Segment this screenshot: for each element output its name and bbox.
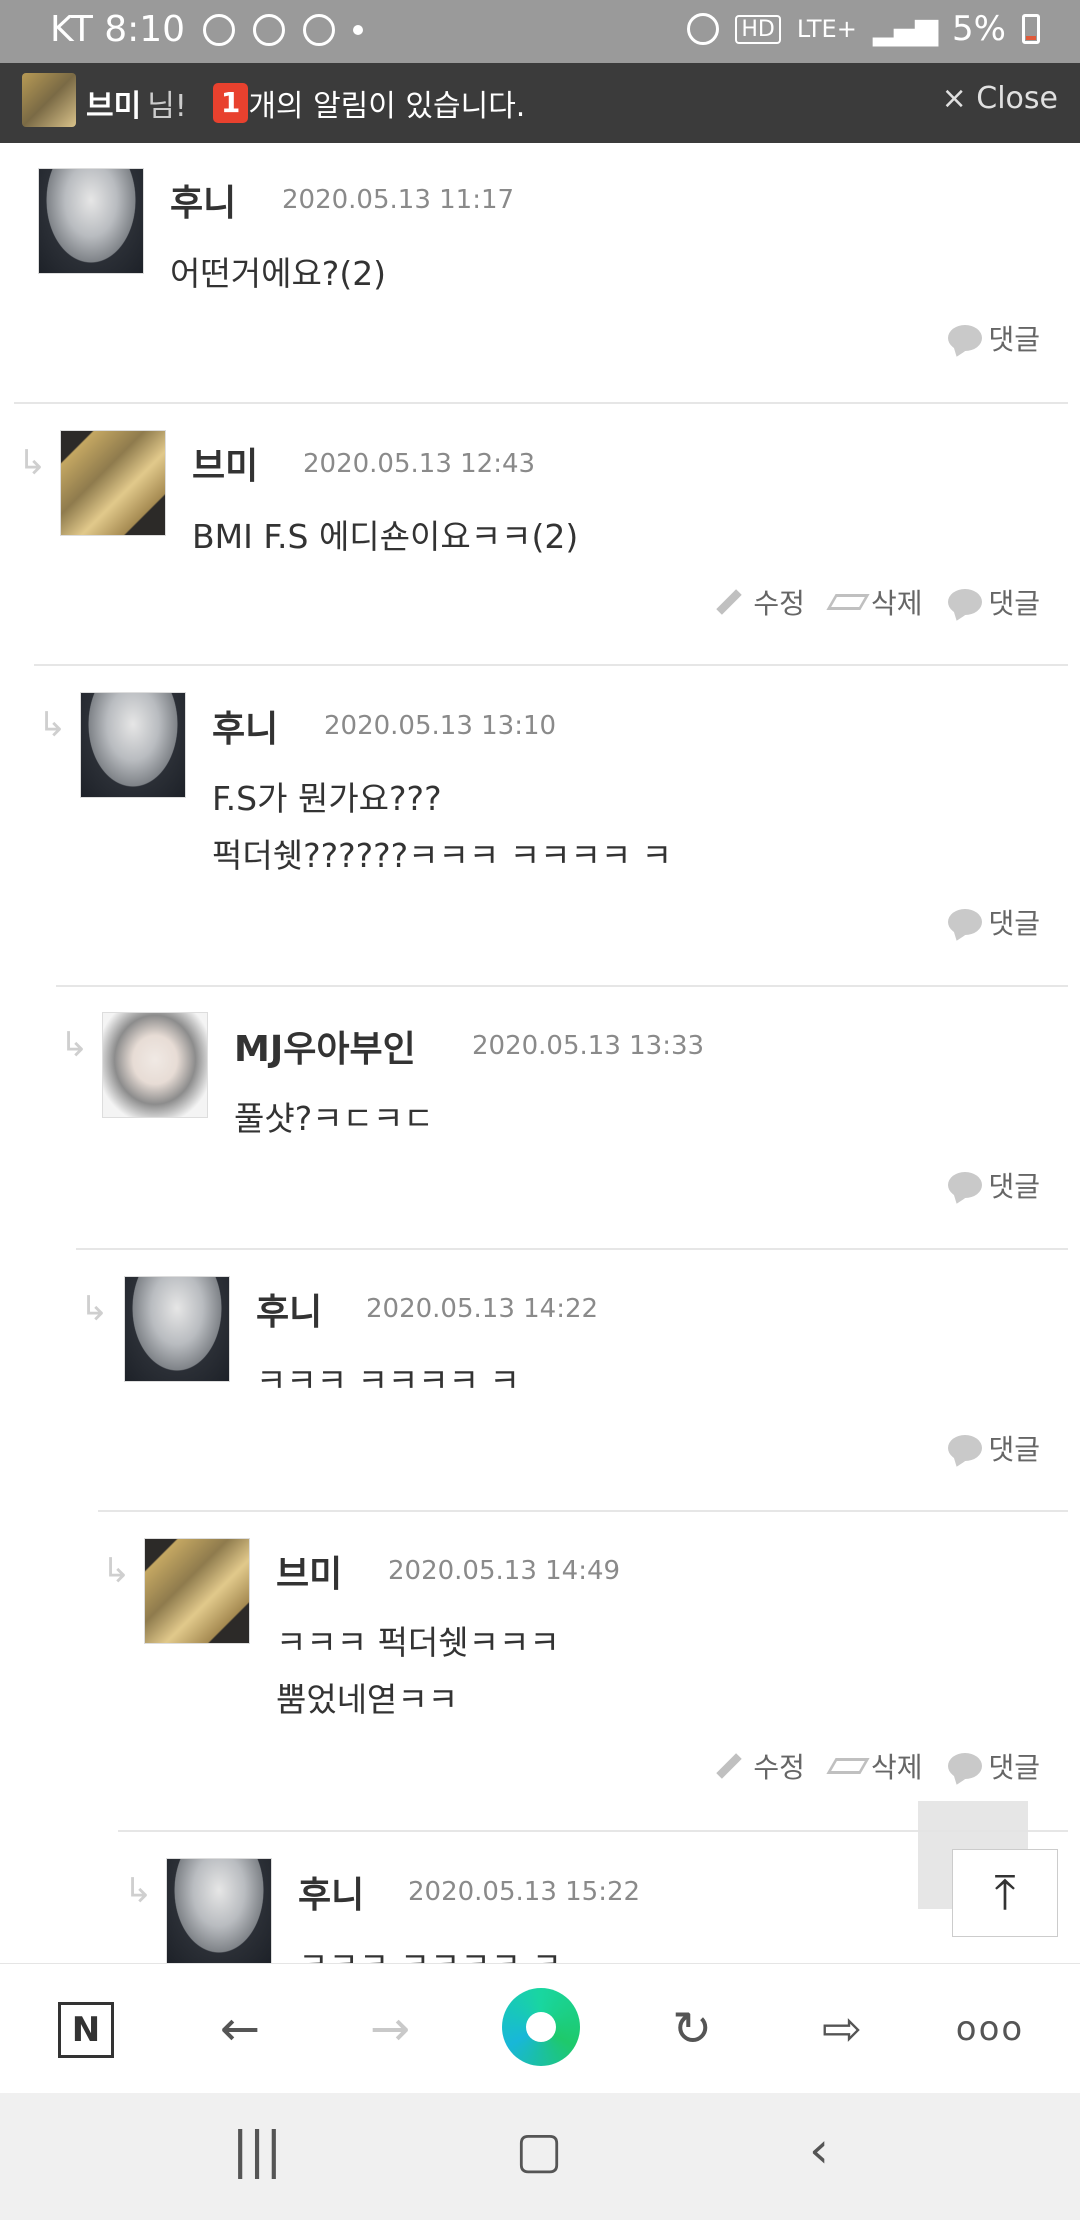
scroll-to-top-button[interactable]: ⤒	[952, 1849, 1058, 1937]
arrow-up-icon: ⤒	[994, 1865, 1016, 1921]
naver-home-button[interactable]: N	[58, 2002, 114, 2058]
browser-toolbar: N ← → ↻ ⇨ ooo	[0, 1963, 1080, 2094]
refresh-icon: ↻	[671, 2001, 713, 2057]
back-button[interactable]: ←	[200, 1994, 280, 2064]
comment-date: 2020.05.13 15:22	[408, 1877, 641, 1907]
reply-arrow-icon: ↳	[124, 1871, 153, 1911]
system-nav-bar: ||| ▢ ‹	[0, 2093, 1080, 2220]
home-button[interactable]: ▢	[494, 2121, 584, 2179]
arrow-left-icon: ←	[219, 2001, 261, 2057]
more-button[interactable]: ooo	[950, 1994, 1030, 2064]
recent-apps-icon: |||	[231, 2121, 283, 2179]
comment-7: ↳ 후니 2020.05.13 15:22 ㅋㅋㅋ ㅋㅋㅋㅋ ㅋ	[0, 0, 1080, 1963]
avatar[interactable]	[166, 1858, 272, 1963]
refresh-button[interactable]: ↻	[652, 1994, 732, 2064]
arrow-right-icon: →	[369, 2001, 411, 2057]
comment-author[interactable]: 후니	[298, 1866, 364, 1918]
green-dot-button[interactable]	[502, 1988, 580, 2066]
chevron-left-icon: ‹	[809, 2121, 829, 2179]
share-icon: ⇨	[821, 2001, 863, 2057]
recent-apps-button[interactable]: |||	[212, 2121, 302, 2179]
back-nav-button[interactable]: ‹	[774, 2121, 864, 2179]
forward-button[interactable]: →	[350, 1994, 430, 2064]
comment-body: ㅋㅋㅋ ㅋㅋㅋㅋ ㅋ	[298, 1936, 562, 1963]
share-button[interactable]: ⇨	[802, 1994, 882, 2064]
more-icon: ooo	[955, 2009, 1025, 2049]
home-icon: ▢	[515, 2121, 563, 2179]
